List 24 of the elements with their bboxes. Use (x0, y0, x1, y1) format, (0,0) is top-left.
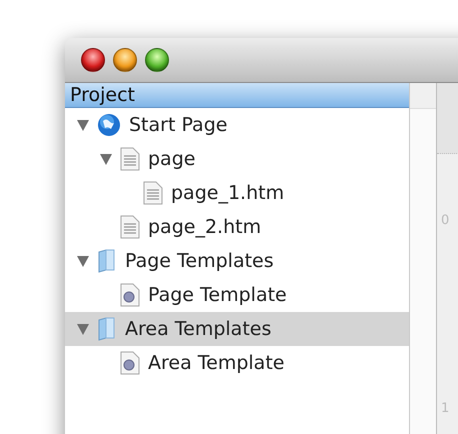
folder-icon (97, 249, 117, 273)
tree-item[interactable]: Area Templates (65, 312, 409, 346)
globe-icon (97, 113, 121, 137)
tree-item[interactable]: page_1.htm (65, 176, 409, 210)
document-icon (120, 147, 140, 171)
tree-item[interactable]: page (65, 142, 409, 176)
disclosure-triangle-icon[interactable] (77, 324, 89, 334)
document-icon (120, 215, 140, 239)
template-icon (120, 283, 140, 307)
folder-icon (97, 317, 117, 341)
template-icon (120, 351, 140, 375)
tree-item[interactable]: page_2.htm (65, 210, 409, 244)
disclosure-triangle-icon[interactable] (77, 256, 89, 266)
tree-item[interactable]: Page Template (65, 278, 409, 312)
zoom-button[interactable] (145, 48, 169, 72)
tree-item[interactable]: Area Template (65, 346, 409, 380)
disclosure-triangle-icon[interactable] (77, 120, 89, 130)
disclosure-triangle-icon[interactable] (100, 154, 112, 164)
document-icon (143, 181, 163, 205)
tree-item[interactable]: Page Templates (65, 244, 409, 278)
close-button[interactable] (81, 48, 105, 72)
minimize-button[interactable] (113, 48, 137, 72)
column-header[interactable]: Project (65, 83, 409, 108)
tree-item[interactable]: Start Page (65, 108, 409, 142)
